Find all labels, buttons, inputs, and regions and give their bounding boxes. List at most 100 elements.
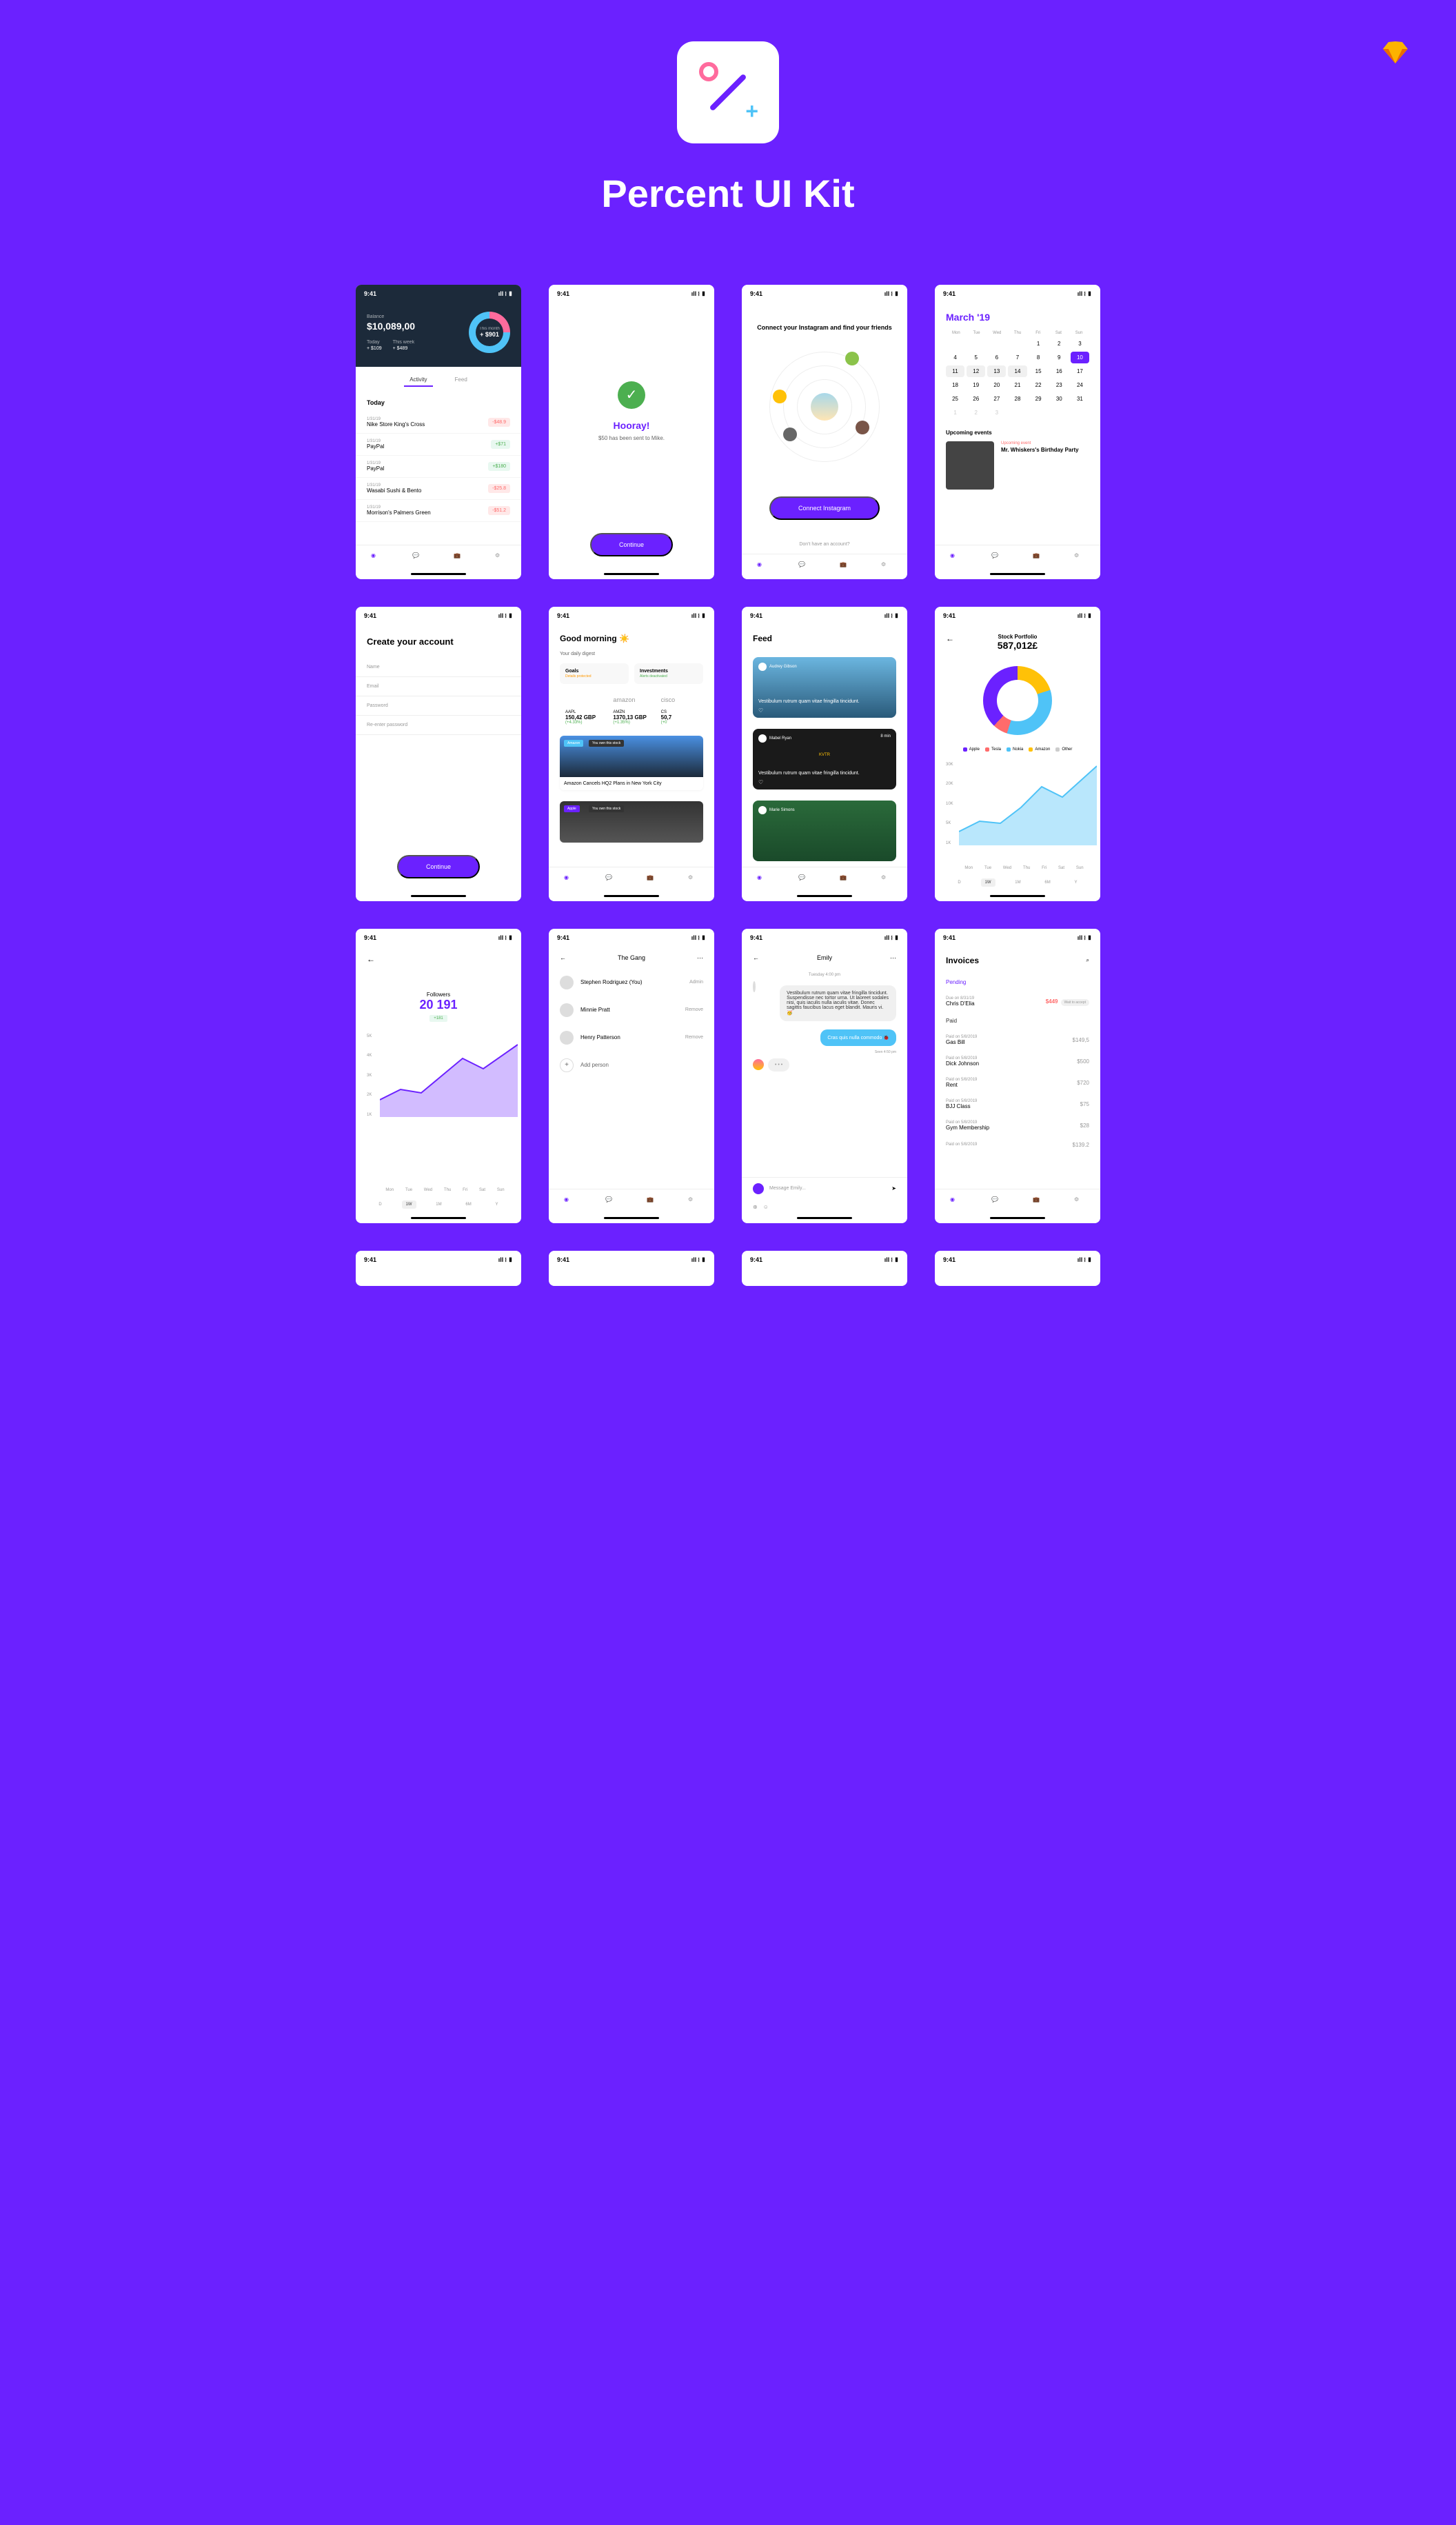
calendar-day[interactable]: 30 (1050, 393, 1069, 405)
home-indicator[interactable] (604, 573, 659, 575)
invoice-row[interactable]: Paid on 5/8/2019BJJ Class$75 (935, 1094, 1100, 1115)
nav-chat-icon[interactable]: 💬 (991, 552, 1002, 563)
home-indicator[interactable] (411, 573, 466, 575)
nav-settings-icon[interactable]: ⚙ (688, 874, 699, 885)
stock-card[interactable]: AAPL150,42 GBP(+4.33%) (560, 691, 607, 730)
feed-post[interactable]: Mabel Ryan 8 min KVTR Vestibulum rutrum … (753, 729, 896, 789)
nav-wallet-icon[interactable]: 💼 (647, 1196, 658, 1207)
continue-button[interactable]: Continue (590, 533, 673, 556)
home-indicator[interactable] (990, 1217, 1045, 1219)
calendar-day[interactable]: 4 (946, 352, 964, 363)
nav-wallet-icon[interactable]: 💼 (1033, 1196, 1044, 1207)
calendar-day[interactable]: 15 (1029, 365, 1048, 377)
calendar-day[interactable]: 10 (1071, 352, 1089, 363)
goals-card[interactable]: GoalsDetails protected (560, 663, 629, 684)
no-account-link[interactable]: Don't have an account? (799, 542, 849, 547)
connect-instagram-button[interactable]: Connect Instagram (769, 496, 880, 520)
home-indicator[interactable] (990, 573, 1045, 575)
investments-card[interactable]: InvestmentsAlerts deactivated (634, 663, 703, 684)
invoice-row[interactable]: Paid on 5/8/2019Gas Bill$149,5 (935, 1029, 1100, 1051)
nav-settings-icon[interactable]: ⚙ (688, 1196, 699, 1207)
calendar-day[interactable]: 14 (1008, 365, 1027, 377)
calendar-day[interactable]: 20 (987, 379, 1006, 391)
member-action[interactable]: Admin (689, 980, 703, 985)
calendar-day[interactable]: 17 (1071, 365, 1089, 377)
calendar-day[interactable]: 6 (987, 352, 1006, 363)
home-indicator[interactable] (990, 895, 1045, 897)
continue-button[interactable]: Continue (397, 855, 480, 878)
nav-home-icon[interactable]: ◉ (950, 1196, 961, 1207)
nav-home-icon[interactable]: ◉ (564, 874, 575, 885)
calendar-day[interactable]: 27 (987, 393, 1006, 405)
invoice-row[interactable]: Due on 8/31/19Chris D'Elia $449Wait to a… (935, 991, 1100, 1012)
calendar-day[interactable]: 2 (967, 407, 985, 419)
home-indicator[interactable] (411, 1217, 466, 1219)
invoice-row[interactable]: Paid on 5/8/2019$139.2 (935, 1136, 1100, 1154)
back-icon[interactable]: ← (367, 954, 375, 964)
send-icon[interactable]: ➤ (891, 1185, 896, 1191)
name-field[interactable]: Name (356, 658, 521, 677)
nav-settings-icon[interactable]: ⚙ (881, 561, 892, 572)
transaction-row[interactable]: 1/31/19PayPal+$180 (356, 456, 521, 478)
back-icon[interactable]: ← (560, 954, 566, 961)
calendar-day[interactable]: 12 (967, 365, 985, 377)
home-indicator[interactable] (604, 1217, 659, 1219)
news-card[interactable]: AmazonYou own this stock Amazon Cancels … (560, 736, 703, 790)
tab-feed[interactable]: Feed (449, 374, 473, 387)
period-tab[interactable]: 1M (1011, 878, 1024, 887)
calendar-day[interactable]: 13 (987, 365, 1006, 377)
calendar-day[interactable]: 24 (1071, 379, 1089, 391)
calendar-day[interactable] (967, 338, 985, 350)
member-action[interactable]: Remove (685, 1007, 703, 1012)
nav-chat-icon[interactable]: 💬 (991, 1196, 1002, 1207)
calendar-day[interactable] (946, 338, 964, 350)
calendar-day[interactable]: 2 (1050, 338, 1069, 350)
stock-card[interactable]: ciscoCS50,7(+0 (656, 691, 703, 730)
nav-home-icon[interactable]: ◉ (757, 874, 768, 885)
calendar-day[interactable]: 5 (967, 352, 985, 363)
calendar-day[interactable]: 16 (1050, 365, 1069, 377)
transaction-row[interactable]: 1/31/19Wasabi Sushi & Bento-$25.8 (356, 478, 521, 500)
calendar-day[interactable]: 1 (946, 407, 964, 419)
calendar-day[interactable]: 19 (967, 379, 985, 391)
nav-chat-icon[interactable]: 💬 (412, 552, 423, 563)
calendar-day[interactable]: 22 (1029, 379, 1048, 391)
search-icon[interactable]: ⌕ (1086, 957, 1089, 964)
home-indicator[interactable] (797, 1217, 852, 1219)
stock-card[interactable]: amazonAMZN1370,13 GBP(+1.35%) (607, 691, 655, 730)
news-card[interactable]: AppleYou own this stock (560, 801, 703, 843)
password-field[interactable]: Password (356, 696, 521, 716)
feed-post[interactable]: Marie Simons (753, 801, 896, 861)
calendar-day[interactable] (1008, 338, 1027, 350)
more-icon[interactable]: ⋯ (890, 954, 896, 962)
period-tab[interactable]: D (953, 878, 964, 887)
calendar-day[interactable]: 21 (1008, 379, 1027, 391)
nav-wallet-icon[interactable]: 💼 (454, 552, 465, 563)
back-icon[interactable]: ← (946, 634, 954, 643)
transaction-row[interactable]: 1/31/19PayPal+$71 (356, 434, 521, 456)
nav-chat-icon[interactable]: 💬 (605, 1196, 616, 1207)
period-tab[interactable]: 1W (981, 878, 995, 887)
member-action[interactable]: Remove (685, 1035, 703, 1040)
home-indicator[interactable] (797, 895, 852, 897)
period-tab[interactable]: 6M (1040, 878, 1054, 887)
nav-settings-icon[interactable]: ⚙ (1074, 1196, 1085, 1207)
period-tab[interactable]: Y (1071, 878, 1082, 887)
invoice-row[interactable]: Paid on 5/8/2019Gym Membership$28 (935, 1115, 1100, 1136)
calendar-day[interactable]: 29 (1029, 393, 1048, 405)
nav-settings-icon[interactable]: ⚙ (881, 874, 892, 885)
nav-wallet-icon[interactable]: 💼 (647, 874, 658, 885)
calendar-day[interactable]: 3 (987, 407, 1006, 419)
calendar-day[interactable]: 7 (1008, 352, 1027, 363)
invoice-row[interactable]: Paid on 5/8/2019Dick Johnson$500 (935, 1051, 1100, 1072)
period-tab[interactable]: 1W (402, 1200, 416, 1209)
period-tab[interactable]: D (374, 1200, 385, 1209)
calendar-day[interactable] (987, 338, 1006, 350)
nav-settings-icon[interactable]: ⚙ (495, 552, 506, 563)
nav-home-icon[interactable]: ◉ (950, 552, 961, 563)
message-input[interactable]: Message Emily... (769, 1186, 886, 1191)
home-indicator[interactable] (411, 895, 466, 897)
like-icon[interactable]: ♡ (758, 707, 763, 714)
tab-activity[interactable]: Activity (404, 374, 432, 387)
home-indicator[interactable] (604, 895, 659, 897)
